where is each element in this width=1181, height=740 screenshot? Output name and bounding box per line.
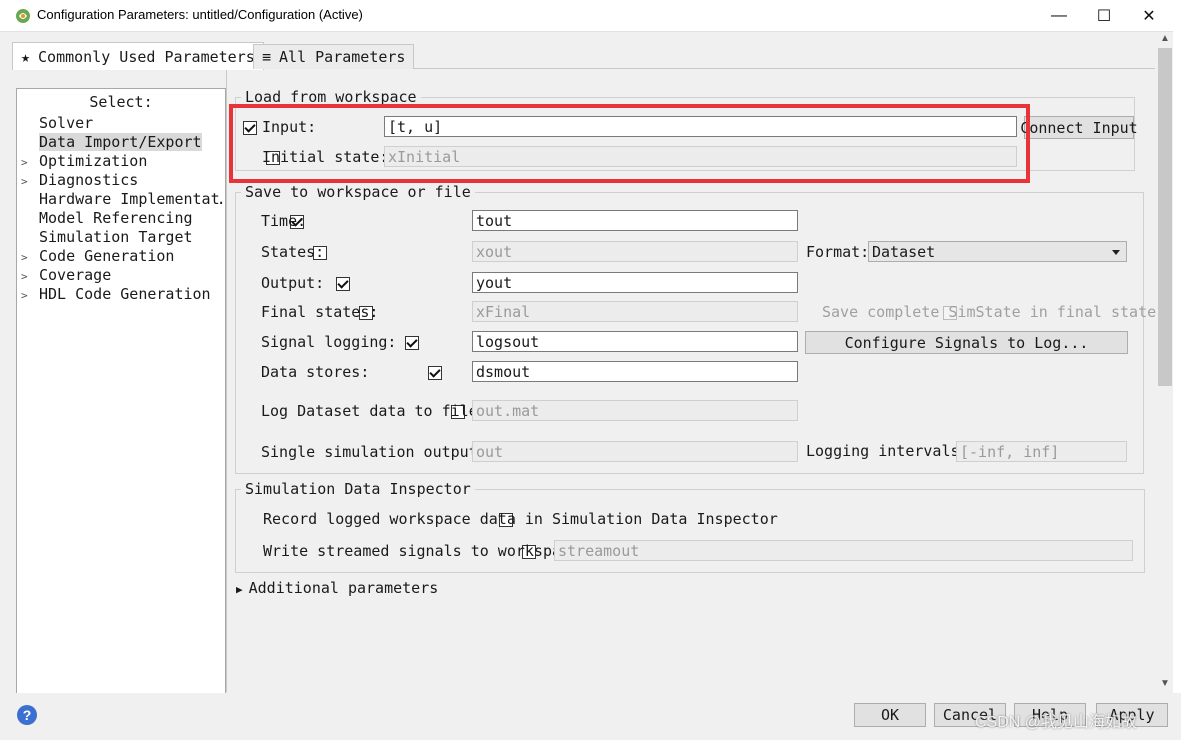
window-title: Configuration Parameters: untitled/Confi… <box>37 7 363 22</box>
log-dataset-label: Log Dataset data to file: <box>261 402 487 420</box>
logging-intervals-label: Logging intervals: <box>806 442 969 460</box>
background-window-edge-right <box>1173 31 1181 740</box>
sdi-group-legend: Simulation Data Inspector <box>241 480 475 498</box>
scrollbar-thumb[interactable] <box>1158 48 1172 386</box>
signal-logging-checkbox[interactable] <box>405 336 420 350</box>
states-label: States: <box>261 243 325 261</box>
csdn-watermark: CSDN @我见山海如故 <box>975 714 1138 731</box>
expand-arrow-icon[interactable]: > <box>21 251 39 264</box>
list-icon: ≡ <box>262 48 272 66</box>
tree-item-code-generation[interactable]: > Code Generation <box>21 247 223 266</box>
dropdown-arrow-icon <box>1112 250 1120 255</box>
streamout-field[interactable]: streamout <box>554 540 1133 561</box>
final-states-label: Final states: <box>261 303 379 321</box>
single-output-field[interactable]: out <box>472 441 798 462</box>
scroll-up-icon[interactable]: ▲ <box>1158 33 1172 44</box>
ok-button[interactable]: OK <box>854 703 926 727</box>
tab-commonly-used[interactable]: ★ Commonly Used Parameters <box>12 42 264 70</box>
minimize-icon: — <box>1051 6 1067 24</box>
background-window-edge-left <box>0 31 10 131</box>
data-stores-label: Data stores: <box>261 363 370 381</box>
data-stores-checkbox[interactable] <box>428 366 443 380</box>
tab-label: Commonly Used Parameters <box>38 47 255 66</box>
close-window-button[interactable]: ✕ <box>1126 0 1172 31</box>
data-stores-field[interactable]: dsmout <box>472 361 798 382</box>
save-simstate-label: Save complete SimState in final state <box>822 303 1157 321</box>
output-label: Output: <box>261 274 325 292</box>
expand-arrow-icon[interactable]: > <box>21 289 39 302</box>
output-checkbox[interactable] <box>336 277 351 291</box>
simulink-app-icon <box>16 9 30 23</box>
expand-arrow-icon[interactable]: > <box>21 156 39 169</box>
maximize-button[interactable]: ☐ <box>1081 0 1127 31</box>
tab-all-parameters[interactable]: ≡ All Parameters <box>253 44 415 69</box>
close-icon: ✕ <box>1142 7 1156 25</box>
time-field[interactable]: tout <box>472 210 798 231</box>
save-group-legend: Save to workspace or file <box>241 183 475 201</box>
record-sdi-label: Record logged workspace data in Simulati… <box>263 510 778 528</box>
configure-signals-button[interactable]: Configure Signals to Log... <box>805 331 1128 354</box>
tab-label: All Parameters <box>279 48 406 66</box>
tree-item-data-import-export[interactable]: Data Import/Export <box>21 133 223 152</box>
final-states-field[interactable]: xFinal <box>472 301 798 322</box>
format-select[interactable]: Dataset <box>868 241 1127 262</box>
scroll-down-icon[interactable]: ▼ <box>1158 678 1172 689</box>
expand-arrow-icon[interactable]: > <box>21 175 39 188</box>
help-icon[interactable]: ? <box>17 705 37 725</box>
additional-parameters-label: Additional parameters <box>248 579 439 597</box>
minimize-button[interactable]: — <box>1036 0 1082 31</box>
log-dataset-field[interactable]: out.mat <box>472 400 798 421</box>
tree-title: Select: <box>89 93 153 111</box>
format-label: Format: <box>806 243 870 261</box>
tree-item-solver[interactable]: Solver <box>21 114 223 133</box>
tree-item-diagnostics[interactable]: > Diagnostics <box>21 171 223 190</box>
tree-item-hdl-code-generation[interactable]: > HDL Code Generation <box>21 285 223 304</box>
output-field[interactable]: yout <box>472 272 798 293</box>
additional-parameters-toggle[interactable]: ▶ Additional parameters <box>236 579 438 597</box>
connect-input-button[interactable]: Connect Input <box>1020 116 1138 139</box>
format-value: Dataset <box>872 242 936 261</box>
signal-logging-label: Signal logging: <box>261 333 397 351</box>
tree-item-coverage[interactable]: > Coverage <box>21 266 223 285</box>
category-tree: Select: Solver Data Import/Export > Optim… <box>16 88 226 694</box>
expand-triangle-icon: ▶ <box>236 583 243 596</box>
tree-item-hardware-implementation[interactable]: Hardware Implementat… <box>21 190 223 209</box>
signal-logging-field[interactable]: logsout <box>472 331 798 352</box>
star-icon: ★ <box>21 47 31 66</box>
states-field[interactable]: xout <box>472 241 798 262</box>
time-label: Time: <box>261 212 307 230</box>
write-streamed-label: Write streamed signals to workspace <box>263 542 580 560</box>
tree-item-simulation-target[interactable]: Simulation Target <box>21 228 223 247</box>
tree-item-optimization[interactable]: > Optimization <box>21 152 223 171</box>
maximize-icon: ☐ <box>1096 7 1112 25</box>
expand-arrow-icon[interactable]: > <box>21 270 39 283</box>
red-highlight-box <box>229 104 1030 183</box>
tree-item-model-referencing[interactable]: Model Referencing <box>21 209 223 228</box>
single-output-label: Single simulation output: <box>261 443 487 461</box>
logging-intervals-field[interactable]: [-inf, inf] <box>956 441 1127 462</box>
